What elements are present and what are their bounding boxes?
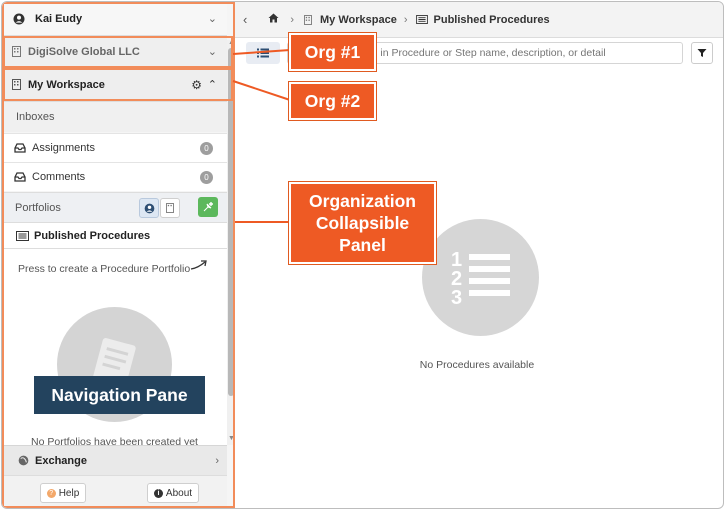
callout-panel-line: Collapsible <box>315 213 410 233</box>
callout-navigation-pane: Navigation Pane <box>34 376 205 414</box>
callout-org1: Org #1 <box>289 33 376 71</box>
callout-org2: Org #2 <box>289 82 376 120</box>
callout-panel-line: Panel <box>339 235 386 255</box>
callout-panel-line: Organization <box>309 191 416 211</box>
org2-connector <box>232 80 291 101</box>
app-window: Kai Eudy ⌄ DigiSolve Global LLC ⌄ My Wor… <box>1 1 724 509</box>
org1-connector <box>232 49 291 55</box>
callout-panel: Organization Collapsible Panel <box>289 182 436 264</box>
